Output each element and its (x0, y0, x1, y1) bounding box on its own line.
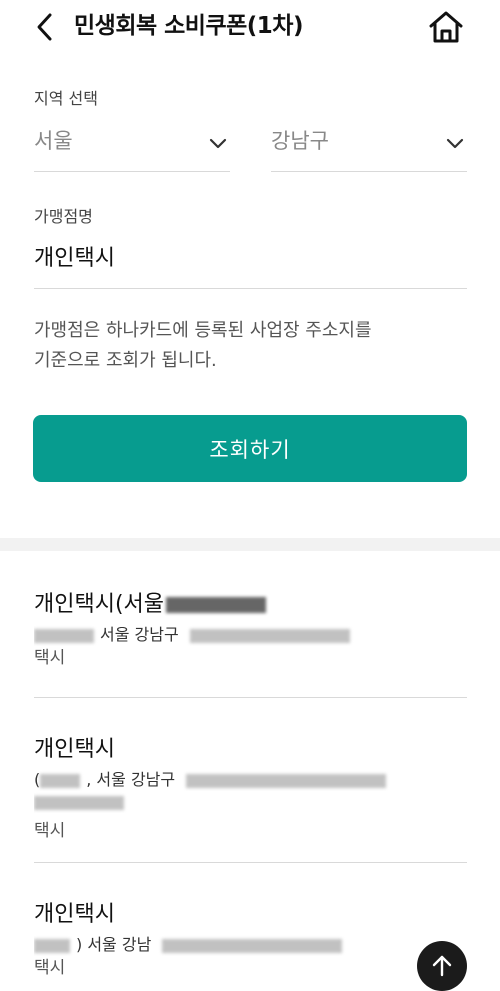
region-label: 지역 선택 (34, 89, 98, 108)
redacted-text (162, 938, 343, 953)
result-name: 개인택시 (34, 737, 115, 762)
result-category: 택시 (34, 648, 66, 668)
chevron-down-icon (209, 138, 227, 149)
result-address: 서울 강남구 (34, 624, 467, 646)
district-select-value: 강남구 (271, 129, 329, 153)
result-name: 개인택시 (34, 902, 115, 927)
arrow-up-icon (432, 955, 452, 977)
redacted-text (166, 597, 267, 613)
page-title: 민생회복 소비쿠폰(1차) (74, 13, 303, 39)
result-address: ) 서울 강남 (34, 934, 467, 956)
app-header: 민생회복 소비쿠폰(1차) (0, 0, 500, 58)
result-item[interactable]: 개인택시 ) 서울 강남 택시 (34, 900, 467, 980)
result-name: 개인택시(서울 (34, 590, 467, 620)
list-divider (34, 697, 467, 698)
chevron-left-icon (37, 13, 52, 41)
result-category: 택시 (34, 821, 66, 841)
redacted-text (34, 628, 94, 643)
merchant-input-value: 개인택시 (34, 246, 115, 271)
back-button[interactable] (30, 10, 60, 44)
redacted-text (40, 773, 81, 788)
section-divider (0, 538, 500, 551)
result-address-line2 (34, 791, 467, 813)
redacted-text (186, 773, 387, 788)
list-divider (34, 862, 467, 863)
district-select[interactable]: 강남구 (271, 120, 467, 172)
result-item[interactable]: 개인택시(서울 서울 강남구 택시 (34, 590, 467, 670)
redacted-text (34, 795, 124, 810)
result-item[interactable]: 개인택시 (, 서울 강남구 택시 (34, 735, 467, 843)
city-select[interactable]: 서울 (34, 120, 230, 172)
merchant-label: 가맹점명 (34, 207, 93, 226)
home-button[interactable] (426, 8, 466, 46)
home-icon (429, 11, 463, 43)
result-address: (, 서울 강남구 (34, 769, 467, 791)
chevron-down-icon (446, 138, 464, 149)
page: 민생회복 소비쿠폰(1차) 지역 선택 서울 강남구 가맹점명 개인택시 가맹점… (0, 0, 500, 991)
city-select-value: 서울 (34, 129, 73, 153)
notice-text: 가맹점은 하나카드에 등록된 사업장 주소지를 기준으로 조회가 됩니다. (34, 320, 372, 371)
scroll-to-top-button[interactable] (417, 941, 467, 991)
result-category: 택시 (34, 958, 66, 978)
search-button[interactable]: 조회하기 (33, 415, 467, 482)
redacted-text (189, 628, 350, 643)
redacted-text (34, 938, 70, 953)
merchant-input[interactable]: 개인택시 (34, 238, 467, 289)
